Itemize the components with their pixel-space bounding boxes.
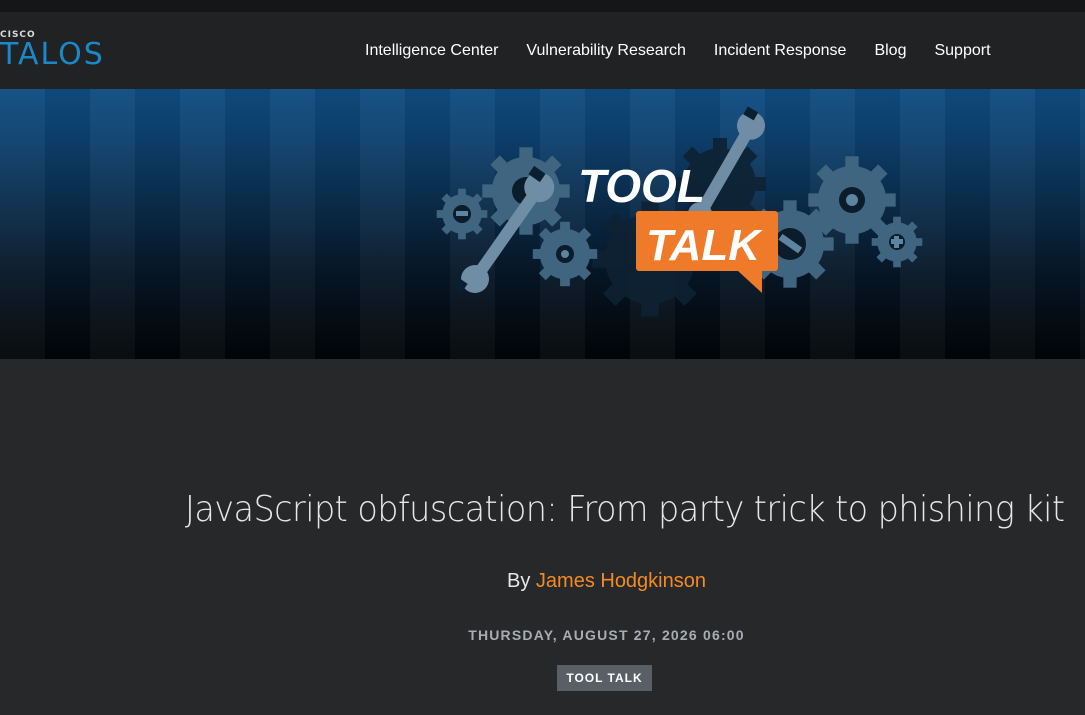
nav-incident-response[interactable]: Incident Response — [714, 42, 847, 60]
nav-blog[interactable]: Blog — [874, 42, 906, 60]
nav-intelligence-center[interactable]: Intelligence Center — [365, 42, 498, 60]
article-header: JavaScript obfuscation: From party trick… — [0, 359, 1085, 715]
tool-talk-illustration: TOOL TALK — [436, 106, 923, 317]
author-link[interactable]: James Hodgkinson — [536, 570, 706, 592]
tag-tool-talk[interactable]: TOOL TALK — [557, 665, 652, 691]
main-nav: Intelligence Center Vulnerability Resear… — [351, 12, 1005, 89]
nav-support[interactable]: Support — [934, 42, 990, 60]
hero-banner: TOOL TALK — [0, 89, 1085, 359]
nav-vulnerability-research[interactable]: Vulnerability Research — [526, 42, 685, 60]
byline-prefix: By — [507, 570, 531, 592]
talos-logo[interactable]: CISCO TALOS — [0, 30, 130, 74]
article-title: JavaScript obfuscation: From party trick… — [185, 489, 1065, 530]
talk-text: TALK — [646, 221, 763, 270]
byline: By James Hodgkinson — [0, 570, 1085, 593]
publish-date: THURSDAY, AUGUST 27, 2026 06:00 — [468, 627, 745, 643]
top-strip — [0, 0, 1085, 12]
logo-talos-text: TALOS — [0, 37, 105, 72]
tool-text: TOOL — [578, 160, 705, 212]
